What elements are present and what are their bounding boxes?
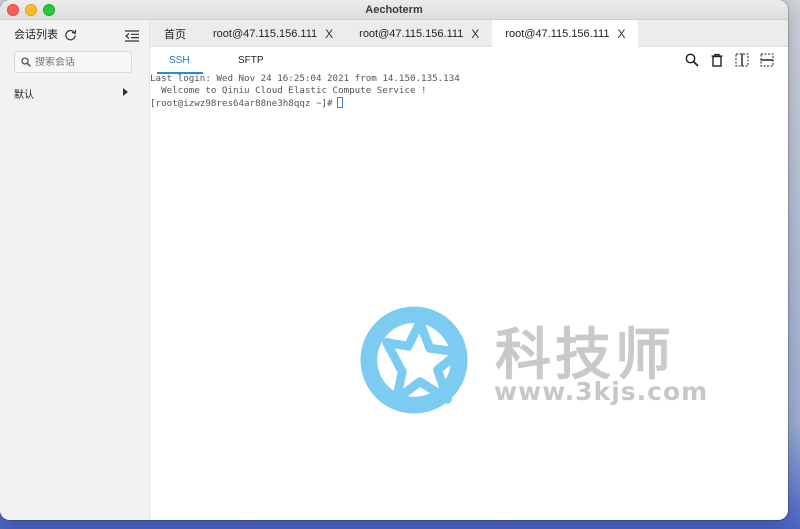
title-bar: Aechoterm — [0, 0, 788, 20]
close-tab-icon[interactable]: X — [325, 27, 333, 41]
close-window-button[interactable] — [7, 4, 19, 16]
tab-session-2[interactable]: root@47.115.156.111 X — [346, 20, 492, 47]
tab-label: 首页 — [164, 28, 186, 41]
connection-mode-tabs: SSH SFTP — [150, 48, 788, 74]
search-icon — [21, 57, 31, 67]
tab-sftp[interactable]: SFTP — [238, 55, 264, 66]
terminal-line: Last login: Wed Nov 24 16:25:04 2021 fro… — [150, 73, 460, 84]
tab-label: root@47.115.156.111 — [359, 27, 464, 40]
search-icon[interactable] — [685, 53, 699, 67]
tab-session-3[interactable]: root@47.115.156.111 X — [492, 20, 639, 47]
session-search-input[interactable] — [35, 56, 125, 68]
zoom-window-button[interactable] — [43, 4, 55, 16]
close-tab-icon[interactable]: X — [617, 27, 625, 41]
sidebar-header: 会话列表 — [0, 20, 149, 48]
terminal-prompt: [root@izwz98res64ar88ne3h8qqz ~]# — [150, 98, 333, 109]
tab-label: root@47.115.156.111 — [213, 27, 318, 40]
split-horizontal-icon[interactable] — [760, 53, 774, 67]
session-group-default[interactable]: 默认 — [0, 85, 149, 101]
terminal-toolbar — [685, 53, 774, 67]
close-tab-icon[interactable]: X — [471, 27, 479, 41]
tab-ssh[interactable]: SSH — [169, 55, 190, 66]
watermark-logo-icon — [360, 306, 468, 414]
expand-caret-icon[interactable] — [123, 88, 128, 96]
session-group-label: 默认 — [14, 89, 34, 101]
trash-icon[interactable] — [710, 53, 724, 67]
refresh-icon[interactable] — [64, 28, 77, 41]
watermark-url: www.3kjs.com — [494, 377, 709, 406]
minimize-window-button[interactable] — [25, 4, 37, 16]
tab-label: root@47.115.156.111 — [505, 27, 610, 40]
terminal-output[interactable]: Last login: Wed Nov 24 16:25:04 2021 fro… — [150, 73, 788, 520]
session-search-box[interactable] — [14, 51, 132, 73]
session-sidebar: 会话列表 默认 — [0, 20, 150, 520]
split-vertical-icon[interactable] — [735, 53, 749, 67]
tab-home[interactable]: 首页 — [150, 20, 200, 47]
collapse-sidebar-icon[interactable] — [125, 27, 139, 42]
session-list-title: 会话列表 — [14, 28, 58, 41]
terminal-prompt-line: [root@izwz98res64ar88ne3h8qqz ~]# — [150, 97, 788, 110]
watermark: 科技师 www.3kjs.com — [357, 305, 717, 420]
tab-bar: 首页 root@47.115.156.111 X root@47.115.156… — [150, 20, 788, 47]
window-title: Aechoterm — [365, 3, 423, 16]
terminal-line: Welcome to Qiniu Cloud Elastic Compute S… — [150, 85, 427, 96]
window-controls — [7, 4, 55, 16]
tab-session-1[interactable]: root@47.115.156.111 X — [200, 20, 346, 47]
app-window: Aechoterm 会话列表 默认 首页 root@47.115.1 — [0, 0, 788, 520]
terminal-cursor — [336, 97, 343, 108]
